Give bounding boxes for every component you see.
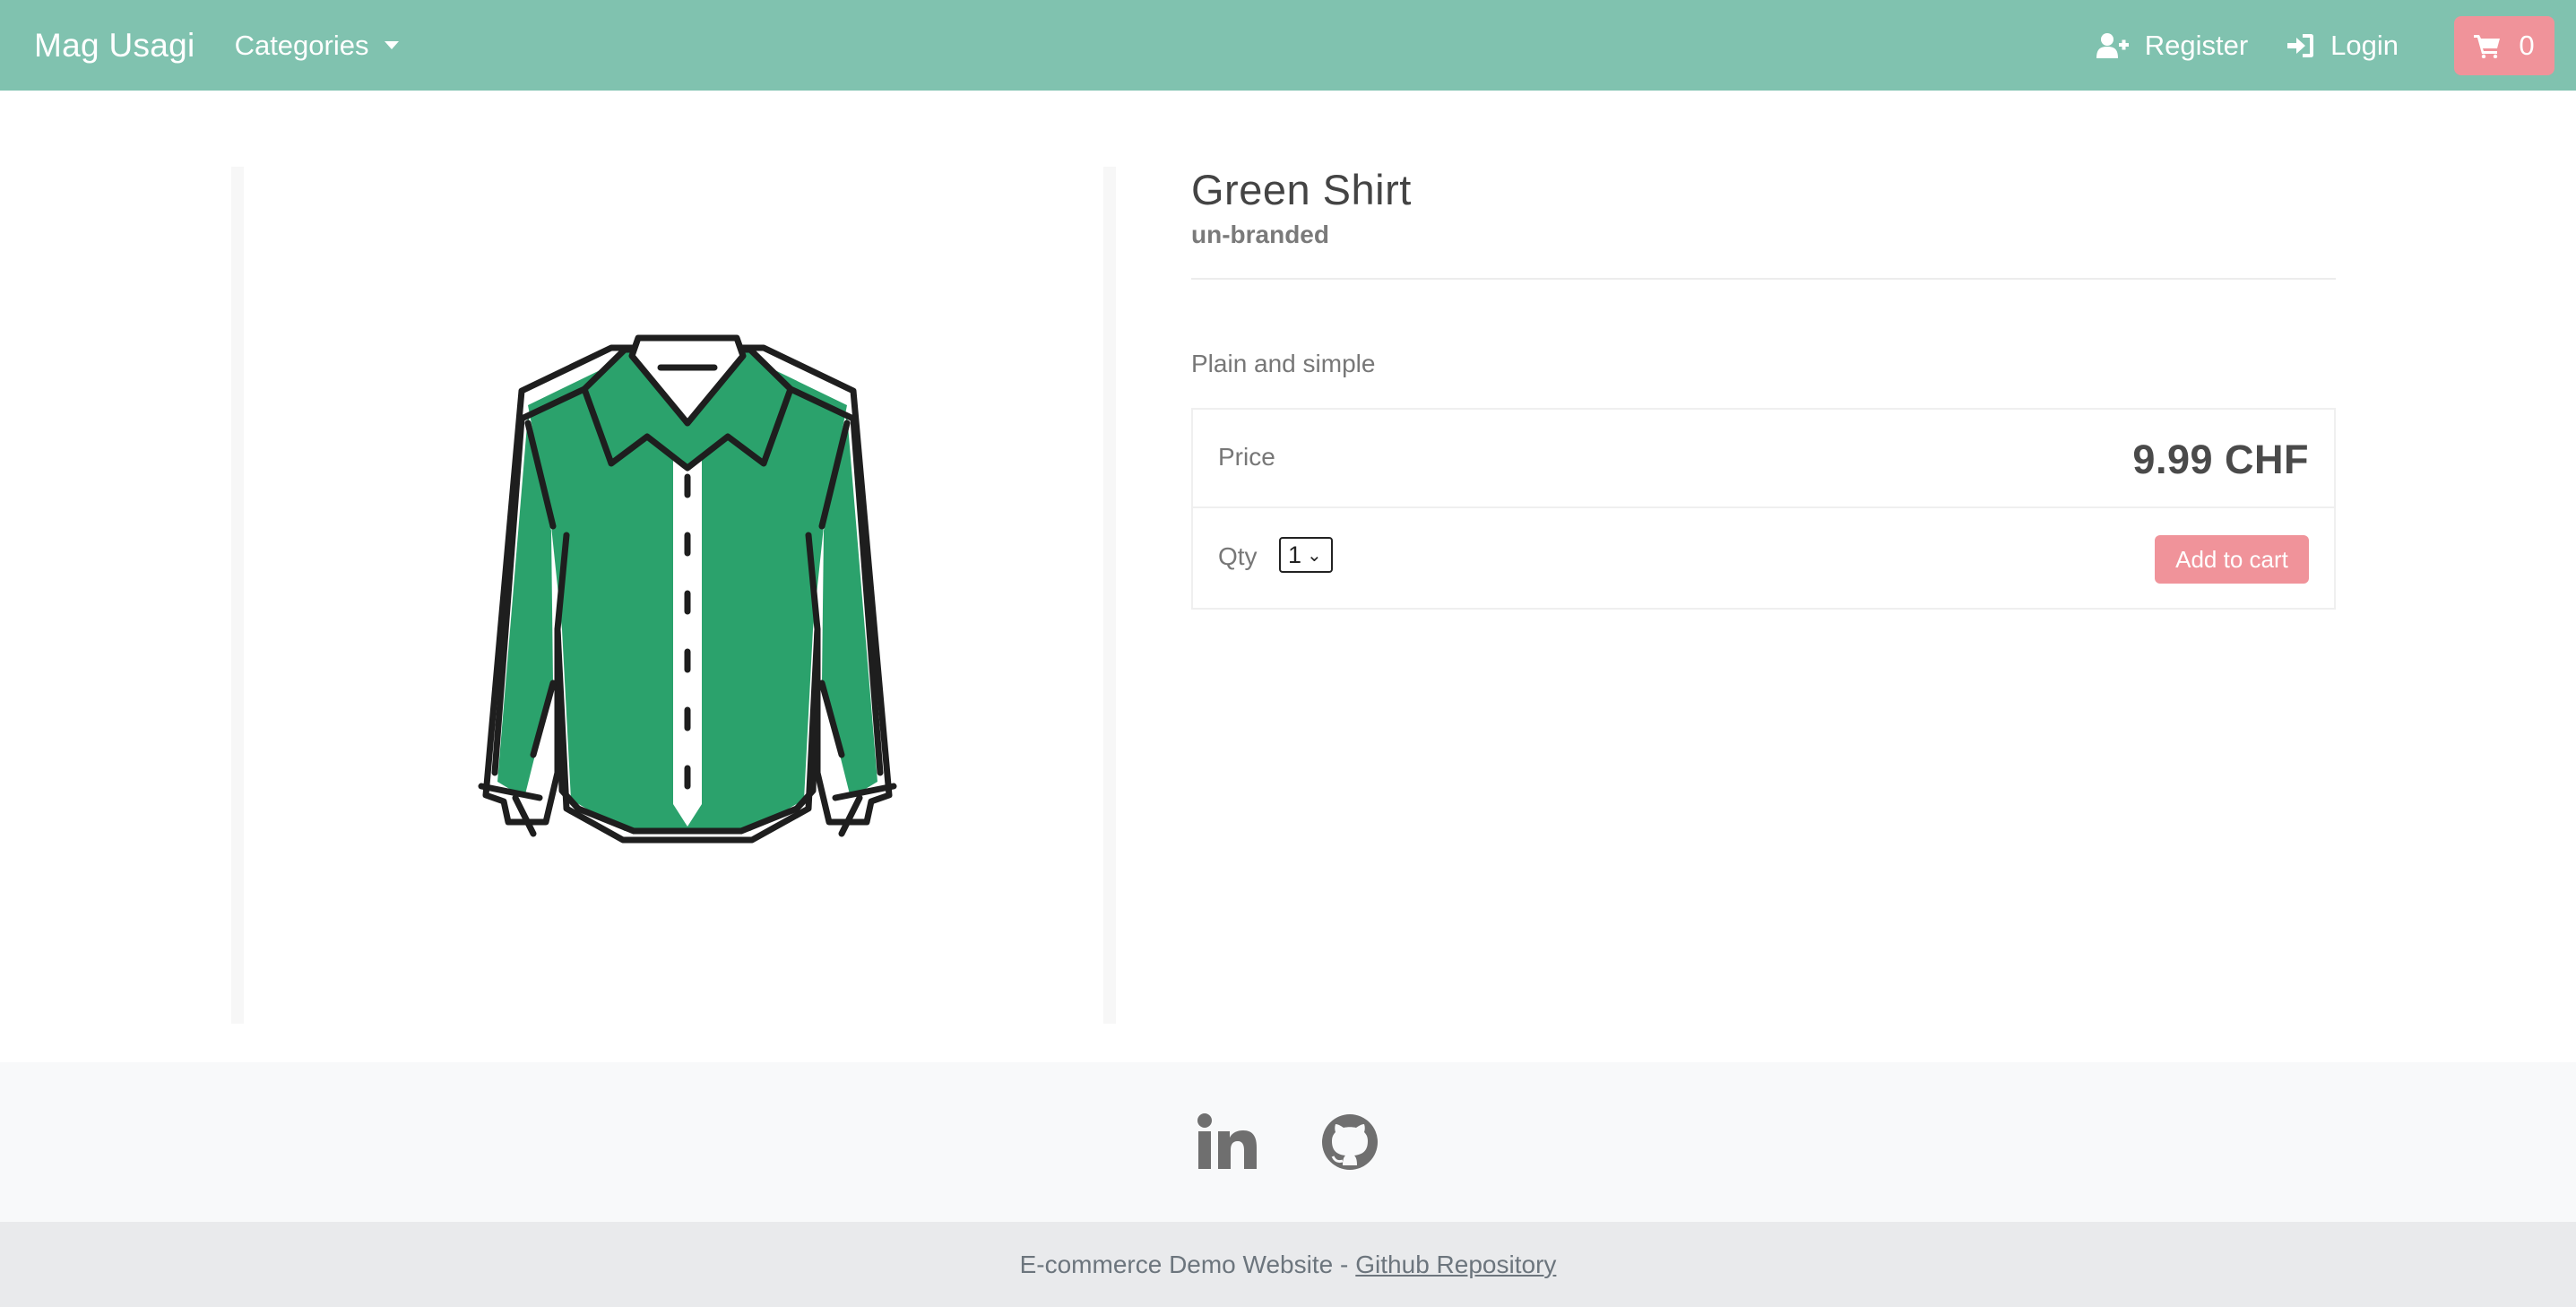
- product-title: Green Shirt: [1191, 166, 1412, 213]
- qty-value: 1: [1288, 541, 1302, 568]
- top-navbar: Mag Usagi Categories Register Login 0: [0, 0, 2576, 91]
- title-divider: [1191, 278, 2336, 280]
- caret-down-icon: [385, 41, 400, 49]
- chevron-down-icon: ⌄: [1307, 545, 1322, 566]
- add-to-cart-button[interactable]: Add to cart: [2155, 535, 2309, 584]
- purchase-panel: Price 9.99 CHF Qty 1 ⌄ Add to cart: [1191, 408, 2336, 610]
- linkedin-icon[interactable]: [1197, 1113, 1258, 1171]
- price-row: Price 9.99 CHF: [1193, 410, 2334, 508]
- github-repository-link[interactable]: Github Repository: [1355, 1251, 1556, 1279]
- qty-row: Qty 1 ⌄ Add to cart: [1193, 508, 2334, 607]
- brand-logo[interactable]: Mag Usagi: [34, 27, 195, 65]
- footer-bottom: E-commerce Demo Website - Github Reposit…: [0, 1222, 2576, 1307]
- green-shirt-icon: [478, 334, 897, 844]
- nav-right-group: Register Login 0: [2057, 15, 2554, 75]
- categories-label: Categories: [234, 29, 369, 61]
- categories-dropdown[interactable]: Categories: [235, 30, 400, 62]
- register-link[interactable]: Register: [2096, 30, 2248, 62]
- register-label: Register: [2144, 29, 2249, 61]
- product-brand: un-branded: [1191, 221, 1329, 248]
- footer-text: E-commerce Demo Website -: [1019, 1250, 1349, 1278]
- cart-count: 0: [2519, 29, 2535, 61]
- price-value: 9.99 CHF: [2132, 437, 2309, 482]
- shopping-cart-icon: [2474, 34, 2501, 58]
- login-link[interactable]: Login: [2287, 30, 2399, 62]
- sign-in-icon: [2287, 33, 2314, 57]
- github-icon[interactable]: [1320, 1113, 1379, 1171]
- product-description: Plain and simple: [1191, 350, 1376, 377]
- qty-label: Qty: [1218, 542, 1258, 570]
- footer-social: [0, 1062, 2576, 1222]
- user-plus-icon: [2096, 32, 2129, 58]
- price-label: Price: [1218, 443, 1275, 471]
- qty-select[interactable]: 1 ⌄: [1279, 537, 1333, 573]
- product-image-frame: [231, 167, 1116, 1024]
- login-label: Login: [2330, 29, 2399, 61]
- cart-button[interactable]: 0: [2454, 15, 2554, 75]
